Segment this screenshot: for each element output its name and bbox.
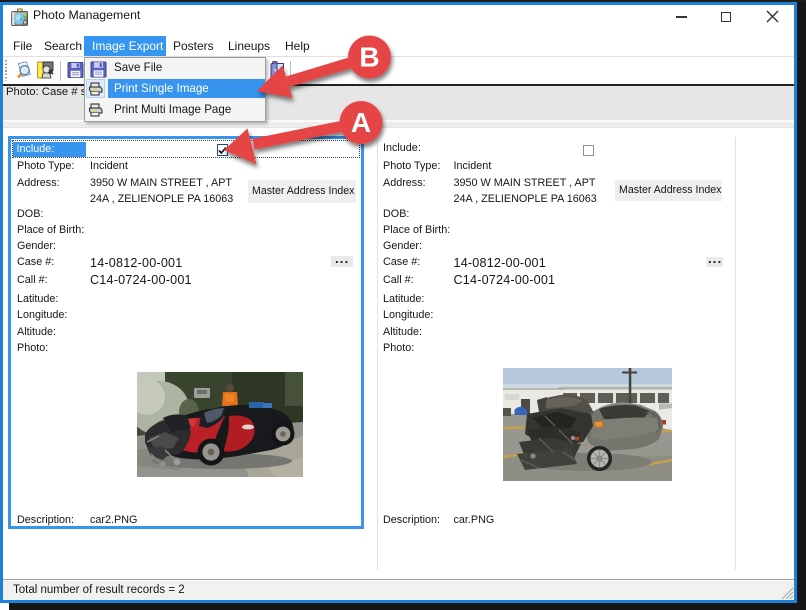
svg-text:A: A <box>351 107 371 138</box>
svg-text:B: B <box>359 42 379 73</box>
